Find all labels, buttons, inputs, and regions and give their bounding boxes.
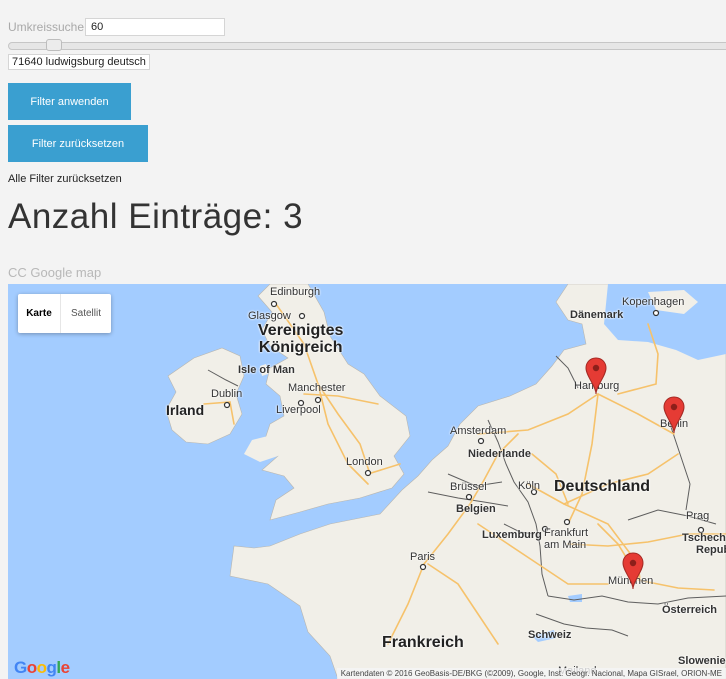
reset-all-filters-link[interactable]: Alle Filter zurücksetzen [8, 173, 122, 185]
map-label-czech-line2: Repub [696, 544, 726, 556]
radius-label: Umkreissuche [8, 20, 85, 34]
apply-filter-button[interactable]: Filter anwenden [8, 83, 131, 120]
entry-count-value: 3 [283, 197, 304, 236]
map-label-uk-line2: Königreich [258, 339, 343, 356]
map-label-france: Frankreich [382, 634, 464, 651]
map-label-isle-of-man: Isle of Man [238, 364, 295, 376]
radius-slider[interactable] [8, 39, 726, 51]
map-label-frankfurt-line1: Frankfurt [544, 527, 589, 539]
map-label-germany: Deutschland [554, 478, 651, 495]
map-label-paris: Paris [410, 551, 436, 563]
entry-count-heading: Anzahl Einträge: 3 [8, 194, 303, 240]
map-label-brussels: Brüssel [450, 481, 487, 493]
map-label-cologne: Köln [518, 480, 541, 492]
map-label-liverpool: Liverpool [276, 404, 321, 416]
map-label-frankfurt-line2: am Main [544, 539, 587, 551]
google-logo[interactable]: Google [14, 658, 70, 678]
map-label-prague: Prag [686, 510, 710, 522]
address-input[interactable] [8, 54, 150, 70]
google-map[interactable]: Karte Satellit Edinburgh Glasgow Vereini… [8, 284, 726, 679]
map-attribution: Kartendaten © 2016 GeoBasis-DE/BKG (©200… [336, 668, 726, 679]
map-label-uk-line1: Vereinigtes [258, 322, 344, 339]
radius-row: Umkreissuche [8, 17, 226, 37]
map-type-satellite-button[interactable]: Satellit [60, 294, 111, 333]
map-label-slovenia: Slowenien [678, 655, 726, 667]
map-marker-berlin[interactable] [663, 396, 685, 434]
map-label-czech-line1: Tschech [682, 532, 726, 544]
slider-track[interactable] [8, 42, 726, 50]
map-label-belgium: Belgien [456, 503, 496, 515]
map-label-austria: Österreich [662, 604, 718, 616]
reset-filter-button[interactable]: Filter zurücksetzen [8, 125, 148, 162]
map-label-netherlands: Niederlande [468, 448, 531, 460]
map-type-map-button[interactable]: Karte [18, 294, 60, 333]
map-marker-munich[interactable] [622, 552, 644, 590]
map-type-control: Karte Satellit [18, 294, 111, 333]
entry-count-label: Anzahl Einträge: [8, 197, 273, 236]
map-label-amsterdam: Amsterdam [450, 425, 507, 437]
map-label-uk: Vereinigtes Königreich [258, 322, 343, 356]
map-caption: CC Google map [8, 265, 102, 280]
map-label-luxembourg: Luxemburg [482, 529, 542, 541]
map-label-denmark: Dänemark [570, 309, 624, 321]
radius-input[interactable] [85, 18, 226, 36]
map-label-dublin: Dublin [211, 388, 243, 400]
map-marker-hamburg[interactable] [585, 357, 607, 395]
map-label-ireland: Irland [166, 402, 205, 418]
map-label-edinburgh: Edinburgh [270, 286, 321, 298]
map-label-london: London [346, 456, 383, 468]
map-label-glasgow: Glasgow [248, 310, 291, 322]
slider-handle[interactable] [46, 39, 62, 51]
map-label-switzerland: Schweiz [528, 629, 572, 641]
map-label-manchester: Manchester [288, 382, 346, 394]
map-label-copenhagen: Kopenhagen [622, 296, 685, 308]
